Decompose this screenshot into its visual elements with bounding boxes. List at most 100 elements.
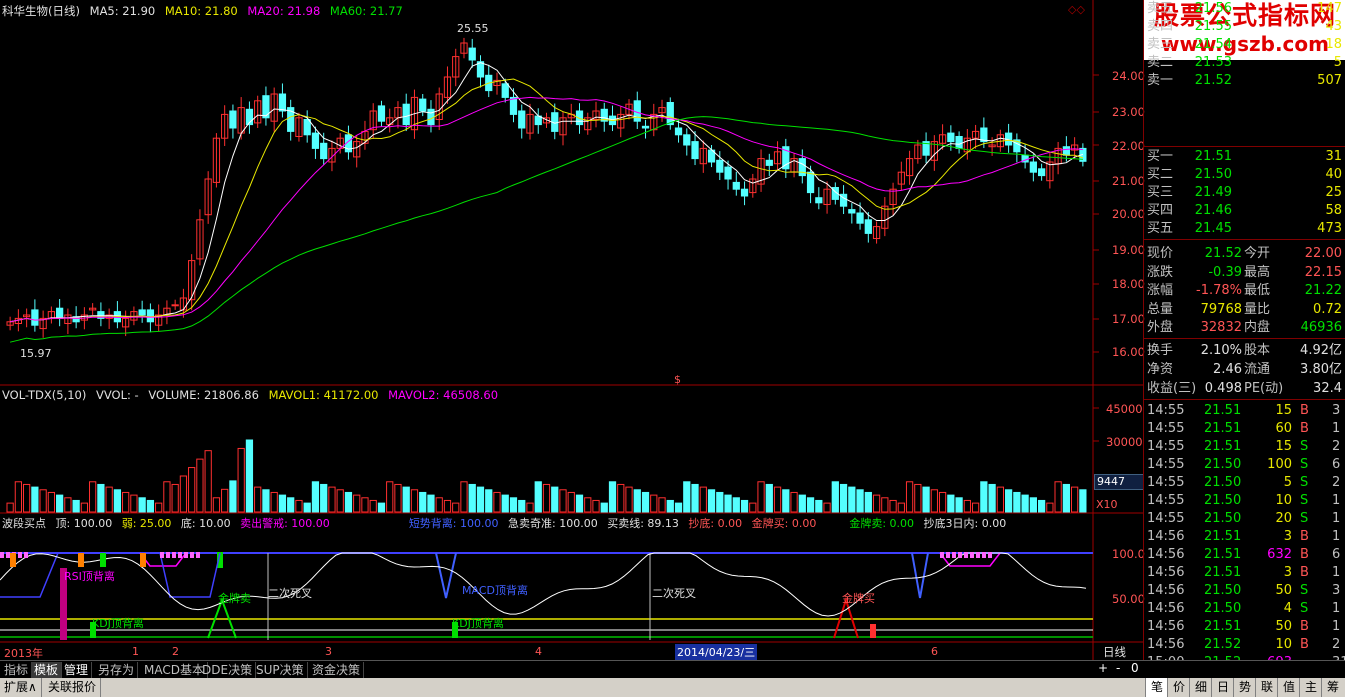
- tick-time: 14:56: [1147, 601, 1185, 616]
- sell-label: 卖四: [1147, 19, 1174, 34]
- tick-row[interactable]: 14:56 21.50 50 S 3: [1144, 582, 1345, 600]
- reset-button[interactable]: 0: [1131, 661, 1139, 675]
- quote-key: 换手: [1147, 343, 1174, 358]
- right-tab-9[interactable]: 筹: [1321, 678, 1344, 697]
- tick-direction: S: [1300, 511, 1309, 526]
- tick-row[interactable]: 14:55 21.50 100 S 6: [1144, 456, 1345, 474]
- signal-block: [100, 553, 106, 567]
- buy-row: 买一 21.51 31: [1144, 148, 1345, 166]
- right-tab-1[interactable]: 笔: [1145, 678, 1168, 697]
- tab-2[interactable]: 模板: [31, 662, 63, 678]
- volume-bar: [105, 486, 113, 513]
- tick-direction: B: [1300, 403, 1309, 418]
- time-axis-month: 2: [172, 645, 179, 658]
- right-tab-8[interactable]: 主: [1299, 678, 1322, 697]
- tick-direction: B: [1300, 529, 1309, 544]
- right-tab-7[interactable]: 值: [1277, 678, 1300, 697]
- zoom-out-button[interactable]: -: [1116, 661, 1120, 675]
- volume-bar: [881, 497, 889, 513]
- candle-body: [806, 171, 815, 194]
- volume-bar: [625, 486, 633, 513]
- tick-volume: 3: [1283, 565, 1292, 580]
- time-axis-year: 2013年: [4, 647, 43, 660]
- volume-indicator-name[interactable]: VOL-TDX(5,10): [2, 388, 86, 402]
- volume-bar: [641, 491, 650, 513]
- stock-title[interactable]: 科华生物(日线): [2, 4, 80, 18]
- tick-volume: 632: [1267, 547, 1292, 562]
- tick-row[interactable]: 14:56 21.51 632 B 6: [1144, 546, 1345, 564]
- tick-count: 6: [1332, 547, 1341, 562]
- warning-dot: [982, 552, 986, 558]
- buy-row: 买三 21.49 25: [1144, 184, 1345, 202]
- right-tab-5[interactable]: 势: [1233, 678, 1256, 697]
- tick-direction: B: [1300, 637, 1309, 652]
- tick-row[interactable]: 14:56 21.51 50 B 1: [1144, 618, 1345, 636]
- price-axis-label: 18.00: [1112, 277, 1145, 291]
- expand-button[interactable]: 扩展∧: [0, 678, 42, 697]
- tick-volume: 3: [1283, 529, 1292, 544]
- urgent-sell-value: 急卖奇准: 100.00: [508, 517, 598, 530]
- sell-volume: 5: [1333, 55, 1342, 70]
- tab-8[interactable]: 资金决策: [309, 662, 365, 678]
- volume-bar: [1004, 489, 1013, 513]
- right-tab-4[interactable]: 日: [1211, 678, 1234, 697]
- tick-row[interactable]: 14:56 21.51 3 B 1: [1144, 564, 1345, 582]
- warning-dot: [196, 552, 200, 558]
- window-controls-icon[interactable]: ◇◇: [1068, 3, 1085, 16]
- right-tab-2[interactable]: 价: [1167, 678, 1190, 697]
- tick-row[interactable]: 14:56 21.52 10 B 2: [1144, 636, 1345, 654]
- candle-body: [402, 103, 410, 126]
- tick-volume: 50: [1275, 583, 1292, 598]
- tab-5[interactable]: MACD基本: [141, 662, 208, 678]
- tick-time: 14:55: [1147, 511, 1185, 526]
- tick-row[interactable]: 14:55 21.51 60 B 1: [1144, 420, 1345, 438]
- sell-volume: 507: [1317, 73, 1342, 88]
- quote-key: 涨幅: [1147, 283, 1174, 298]
- volume-bar: [790, 491, 798, 513]
- volume-bar: [938, 491, 947, 513]
- tick-volume: 100: [1267, 457, 1292, 472]
- tick-direction: B: [1300, 547, 1309, 562]
- tick-row[interactable]: 14:56 21.51 3 B 1: [1144, 528, 1345, 546]
- tab-1[interactable]: 指标: [1, 662, 33, 678]
- tab-3[interactable]: 管理: [61, 662, 93, 678]
- volume-bar: [782, 489, 790, 513]
- tick-row[interactable]: 14:55 21.50 20 S 1: [1144, 510, 1345, 528]
- tick-row[interactable]: 14:55 21.51 15 S 2: [1144, 438, 1345, 456]
- tick-row[interactable]: 14:56 21.50 4 S 1: [1144, 600, 1345, 618]
- right-tab-3[interactable]: 细: [1189, 678, 1212, 697]
- volume-bar: [130, 494, 138, 513]
- volume-bar: [493, 491, 501, 513]
- candle-body: [732, 181, 740, 190]
- tick-row[interactable]: 14:55 21.51 15 B 3: [1144, 402, 1345, 420]
- tick-direction: B: [1300, 619, 1309, 634]
- quote-value: 4.92亿: [1300, 343, 1342, 358]
- zoom-in-button[interactable]: +: [1098, 661, 1108, 675]
- tick-row[interactable]: 14:55 21.50 5 S 2: [1144, 474, 1345, 492]
- tick-price: 21.50: [1204, 511, 1242, 526]
- quote-value: 79768: [1200, 301, 1242, 317]
- gold-buy-label: 金牌买: [842, 592, 875, 605]
- ma5-line: [9, 62, 1084, 323]
- buy-price: 21.50: [1194, 167, 1232, 182]
- buy-volume: 31: [1325, 149, 1342, 164]
- tab-7[interactable]: SUP决策: [253, 662, 308, 678]
- volume-bar: [237, 447, 245, 513]
- tick-count: 2: [1332, 439, 1341, 454]
- indicator-tab-bar: 指标 模板 管理 另存为 MACD基本 DDE决策 SUP决策 资金决策: [0, 660, 1345, 679]
- related-quote-button[interactable]: 关联报价: [44, 678, 102, 697]
- volume-bar: [567, 491, 575, 513]
- tick-row[interactable]: 14:55 21.50 10 S 1: [1144, 492, 1345, 510]
- chart-area[interactable]: 科华生物(日线) MA5: 21.90 MA10: 21.80 MA20: 21…: [0, 0, 1145, 660]
- tick-price: 21.51: [1204, 439, 1242, 454]
- volume-bar: [914, 483, 922, 513]
- volume-bar: [518, 499, 526, 513]
- tick-price: 21.50: [1204, 475, 1242, 490]
- tab-6[interactable]: DDE决策: [199, 662, 257, 678]
- right-tab-6[interactable]: 联: [1255, 678, 1278, 697]
- sell-row: 卖一 21.52 507: [1144, 72, 1345, 90]
- period-label[interactable]: 日线: [1103, 644, 1126, 660]
- indicator-name[interactable]: 波段买点: [2, 517, 46, 530]
- kline-chart[interactable]: [0, 0, 1143, 660]
- tab-4[interactable]: 另存为: [95, 662, 139, 678]
